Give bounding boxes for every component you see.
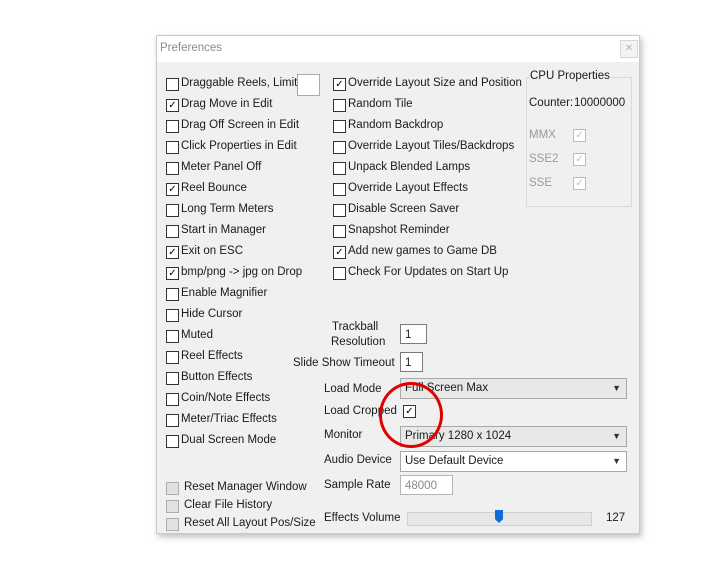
checkbox[interactable] [166,351,179,364]
checkbox[interactable]: ✓ [333,246,346,259]
counter-label: Counter: [529,97,574,109]
checkbox[interactable]: ✓ [166,246,179,259]
checkbox-label: Meter Panel Off [181,161,262,173]
checkbox-label: Hide Cursor [181,308,243,320]
checkbox-label: Draggable Reels, Limit: [181,77,301,89]
checkbox[interactable] [166,120,179,133]
audio-device-value: Use Default Device [405,455,504,467]
cpu-feature-label: SSE [529,177,553,189]
checkbox-label: Random Tile [348,98,413,110]
slideshow-timeout-label: Slide Show Timeout [293,357,395,369]
checkbox[interactable] [333,162,346,175]
checkbox[interactable] [333,141,346,154]
checkbox[interactable]: ✓ [166,99,179,112]
checkbox-label: Override Layout Size and Position [348,77,522,89]
window-title: Preferences [160,42,223,54]
trackball-label-line1: Trackball [332,321,379,333]
checkbox-label: Muted [181,329,213,341]
checkbox[interactable] [166,393,179,406]
chevron-down-icon: ▼ [612,456,621,466]
cpu-feature-checkbox: ✓ [573,177,586,190]
checkbox[interactable] [166,141,179,154]
checkbox[interactable] [166,225,179,238]
checkbox-label: Drag Off Screen in Edit [181,119,300,131]
close-button[interactable]: ✕ [620,40,638,58]
slideshow-timeout-input[interactable]: 1 [400,352,423,372]
checkbox-label: Button Effects [181,371,253,383]
chevron-down-icon: ▼ [612,383,621,393]
checkbox-label: Long Term Meters [181,203,274,215]
checkbox-label: Override Layout Effects [348,182,468,194]
checkbox-label: Drag Move in Edit [181,98,273,110]
checkbox-label: Start in Manager [181,224,267,236]
load-mode-label: Load Mode [324,383,382,395]
checkbox[interactable] [166,204,179,217]
cpu-feature-label: MMX [529,129,556,141]
checkbox-label: Enable Magnifier [181,287,268,299]
checkbox[interactable]: ✓ [333,78,346,91]
audio-device-label: Audio Device [324,454,392,466]
audio-device-select[interactable]: Use Default Device ▼ [400,451,627,472]
monitor-label: Monitor [324,429,363,441]
checkbox[interactable] [166,309,179,322]
checkbox-label: Exit on ESC [181,245,243,257]
checkbox-label: Dual Screen Mode [181,434,277,446]
checkbox-label: Snapshot Reminder [348,224,450,236]
checkbox[interactable] [166,372,179,385]
sample-rate-input[interactable]: 48000 [400,475,453,495]
checkbox[interactable] [333,120,346,133]
effects-volume-value: 127 [606,512,626,524]
checkbox[interactable] [333,267,346,280]
checkbox[interactable] [166,330,179,343]
reel-limit-input[interactable] [297,74,320,96]
checkbox[interactable] [333,99,346,112]
checkbox[interactable] [333,225,346,238]
checkbox-label: Disable Screen Saver [348,203,460,215]
reset-button[interactable] [166,500,179,513]
reset-button[interactable] [166,518,179,531]
reset-button-label: Reset Manager Window [184,481,307,493]
checkbox-label: Override Layout Tiles/Backdrops [348,140,515,152]
reset-button[interactable] [166,482,179,495]
checkbox-label: Add new games to Game DB [348,245,497,257]
preferences-window: Preferences ✕ Draggable Reels, Limit: ✓ Dr… [156,35,640,534]
cpu-feature-checkbox: ✓ [573,153,586,166]
checkbox-label: Coin/Note Effects [181,392,271,404]
cpu-feature-label: SSE2 [529,153,559,165]
checkbox[interactable] [166,162,179,175]
reset-button-label: Reset All Layout Pos/Size [184,517,316,529]
title-bar: Preferences ✕ [157,36,639,62]
counter-value: 10000000 [574,97,626,109]
checkbox-label: Click Properties in Edit [181,140,297,152]
checkbox[interactable] [166,78,179,91]
checkbox[interactable] [166,288,179,301]
checkbox-label: Meter/Triac Effects [181,413,277,425]
checkbox-label: Unpack Blended Lamps [348,161,471,173]
checkbox-label: Reel Bounce [181,182,247,194]
checkbox[interactable] [333,204,346,217]
trackball-resolution-input[interactable]: 1 [400,324,427,344]
checkbox[interactable] [166,414,179,427]
trackball-label-line2: Resolution [331,336,386,348]
checkbox[interactable]: ✓ [166,183,179,196]
checkbox-label: Check For Updates on Start Up [348,266,509,278]
reset-button-label: Clear File History [184,499,273,511]
checkbox[interactable]: ✓ [166,267,179,280]
effects-volume-label: Effects Volume [324,512,401,524]
cpu-feature-checkbox: ✓ [573,129,586,142]
cpu-properties-title: CPU Properties [529,70,611,82]
chevron-down-icon: ▼ [612,431,621,441]
checkbox[interactable] [333,183,346,196]
checkbox-label: bmp/png -> jpg on Drop [181,266,303,278]
highlight-circle [379,382,443,448]
sample-rate-label: Sample Rate [324,479,391,491]
checkbox-label: Reel Effects [181,350,243,362]
checkbox-label: Random Backdrop [348,119,444,131]
checkbox[interactable] [166,435,179,448]
